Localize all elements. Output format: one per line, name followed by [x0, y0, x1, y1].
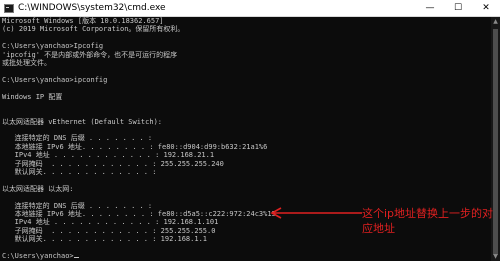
minimize-button[interactable]: — [416, 0, 444, 16]
scroll-up-arrow-icon[interactable]: ▲ [491, 17, 500, 26]
title-bar[interactable]: C:\WINDOWS\system32\cmd.exe — ☐ ✕ [0, 0, 500, 17]
annotation-note: 这个ip地址替换上一步的对 应地址 [362, 207, 494, 235]
scroll-down-arrow-icon[interactable]: ▼ [491, 252, 500, 261]
console-line: 以太网适配器 vEthernet (Default Switch): [2, 117, 163, 126]
console-line: Windows IP 配置 [2, 92, 63, 101]
close-button[interactable]: ✕ [472, 0, 500, 16]
console-line: 'ipcofig' 不是内部或外部命令，也不是可运行的程序 [2, 50, 178, 59]
text-cursor [73, 256, 79, 258]
console-line: (c) 2019 Microsoft Corporation。保留所有权利。 [2, 25, 185, 34]
maximize-button[interactable]: ☐ [444, 0, 472, 16]
window-controls: — ☐ ✕ [416, 0, 500, 16]
console-line: 以太网适配器 以太网: [2, 184, 74, 193]
console-line: 子网掩码 . . . . . . . . . . . . : 255.255.2… [2, 159, 224, 168]
console-line: C:\Users\yanchao>Ipcofig [2, 42, 104, 51]
console-line: C:\Users\yanchao>ipconfig [2, 75, 108, 84]
console-line: 或批处理文件。 [2, 58, 51, 67]
console-line: 默认网关. . . . . . . . . . . . . : 192.168.… [2, 235, 208, 244]
cmd-window: C:\WINDOWS\system32\cmd.exe — ☐ ✕ Micros… [0, 0, 500, 261]
cmd-app-icon [4, 3, 14, 13]
prompt-line[interactable]: C:\Users\yanchao> [2, 252, 490, 260]
console-line: 连接特定的 DNS 后缀 . . . . . . . : [2, 134, 153, 143]
console-line: IPv4 地址 . . . . . . . . . . . . : 192.16… [2, 151, 215, 160]
command-prompt: C:\Users\yanchao> [2, 251, 74, 260]
red-arrow-icon [270, 207, 362, 219]
window-title: C:\WINDOWS\system32\cmd.exe [18, 3, 166, 13]
console-line: 本地链接 IPv6 地址. . . . . . . . : fe80::d904… [2, 142, 268, 151]
console-line: 默认网关. . . . . . . . . . . . . : [2, 168, 157, 177]
